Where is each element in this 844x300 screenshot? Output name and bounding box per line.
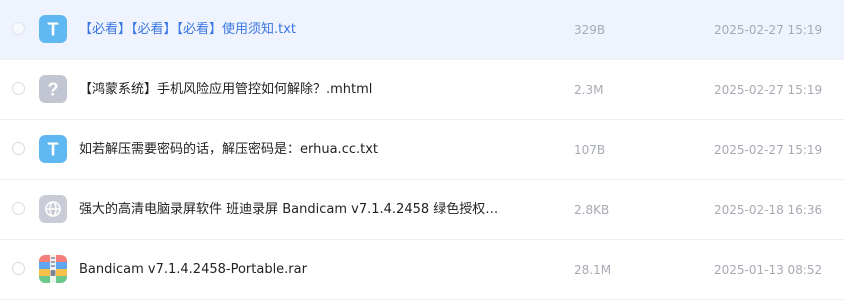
svg-text:?: ? — [48, 80, 59, 100]
file-size: 329B — [574, 23, 606, 37]
file-name[interactable]: 【必看】【必看】【必看】使用须知.txt — [79, 21, 499, 39]
file-date: 2025-02-18 16:36 — [714, 203, 823, 217]
file-date: 2025-01-13 08:52 — [714, 263, 823, 277]
file-name[interactable]: 如若解压需要密码的话，解压密码是：erhua.cc.txt — [79, 141, 499, 159]
file-date: 2025-02-27 15:19 — [714, 143, 823, 157]
web-link-file-icon — [39, 195, 67, 223]
archive-file-icon — [39, 255, 67, 283]
svg-text:T: T — [48, 20, 59, 40]
file-size: 107B — [574, 143, 606, 157]
file-size: 28.1M — [574, 263, 612, 277]
file-name[interactable]: 【鸿蒙系统】手机风险应用管控如何解除？.mhtml — [79, 81, 499, 99]
row-checkbox[interactable] — [12, 82, 25, 95]
file-size: 2.8KB — [574, 203, 610, 217]
file-row[interactable]: 强大的高清电脑录屏软件 班迪录屏 Bandicam v7.1.4.2458 绿色… — [0, 180, 844, 240]
row-checkbox[interactable] — [12, 142, 25, 155]
file-row[interactable]: T 如若解压需要密码的话，解压密码是：erhua.cc.txt 107B 202… — [0, 120, 844, 180]
file-name[interactable]: 强大的高清电脑录屏软件 班迪录屏 Bandicam v7.1.4.2458 绿色… — [79, 201, 499, 219]
row-checkbox[interactable] — [12, 202, 25, 215]
file-date: 2025-02-27 15:19 — [714, 23, 823, 37]
svg-text:T: T — [48, 140, 59, 160]
file-size: 2.3M — [574, 83, 604, 97]
file-row[interactable]: Bandicam v7.1.4.2458-Portable.rar 28.1M … — [0, 240, 844, 300]
file-date: 2025-02-27 15:19 — [714, 83, 823, 97]
row-checkbox[interactable] — [12, 22, 25, 35]
txt-file-icon: T — [39, 15, 67, 43]
unknown-file-icon: ? — [39, 75, 67, 103]
txt-file-icon: T — [39, 135, 67, 163]
file-row[interactable]: ? 【鸿蒙系统】手机风险应用管控如何解除？.mhtml 2.3M 2025-02… — [0, 60, 844, 120]
file-row[interactable]: T 【必看】【必看】【必看】使用须知.txt 329B 2025-02-27 1… — [0, 0, 844, 60]
file-name[interactable]: Bandicam v7.1.4.2458-Portable.rar — [79, 261, 499, 279]
row-checkbox[interactable] — [12, 262, 25, 275]
file-list: T 【必看】【必看】【必看】使用须知.txt 329B 2025-02-27 1… — [0, 0, 844, 300]
